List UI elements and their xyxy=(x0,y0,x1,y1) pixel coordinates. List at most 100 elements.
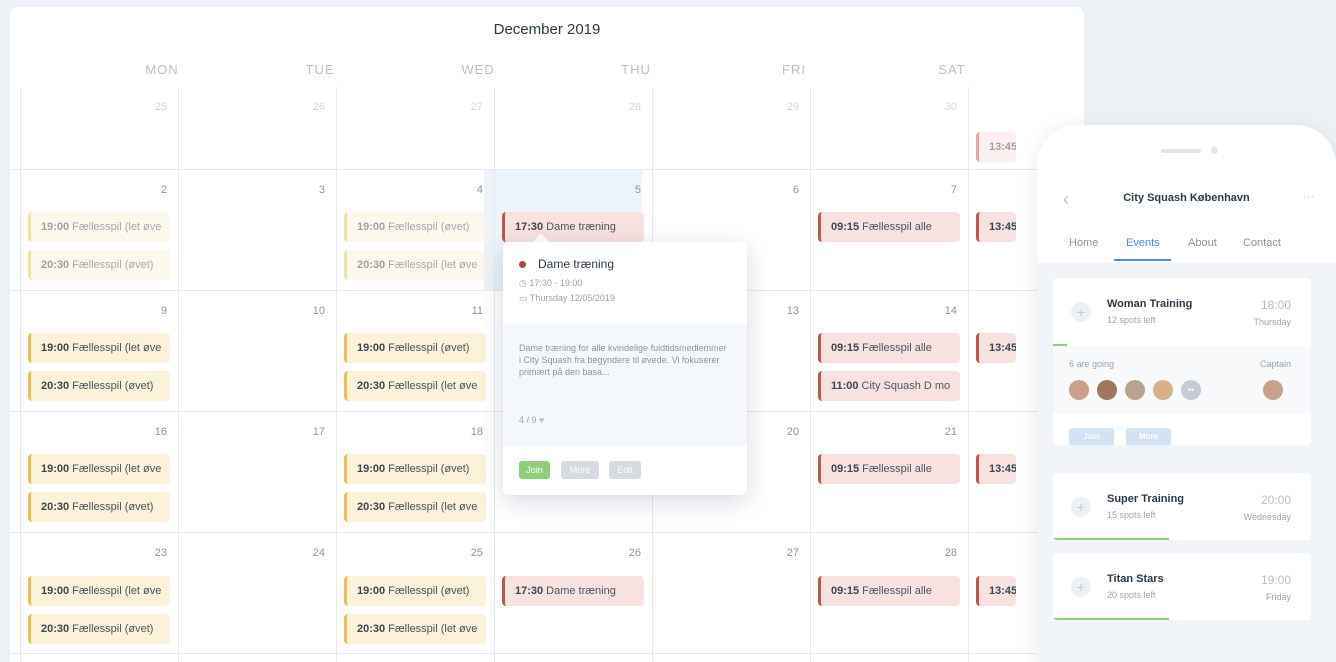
day-number[interactable]: 14 xyxy=(917,305,957,317)
attendee-count: 4 / 9 xyxy=(519,415,537,425)
tab-contact[interactable]: Contact xyxy=(1243,237,1281,249)
weekday-wed: WED xyxy=(461,62,495,77)
tab-home[interactable]: Home xyxy=(1069,237,1098,249)
event-time: 13:45 xyxy=(989,141,1016,153)
day-number[interactable]: 23 xyxy=(127,547,167,559)
avatar xyxy=(1097,380,1117,400)
more-attendees-icon[interactable]: •• xyxy=(1181,380,1201,400)
calendar-event[interactable]: 20:30 Fællesspil (øvet) xyxy=(28,371,170,401)
day-number[interactable]: 13 xyxy=(759,305,799,317)
day-number[interactable]: 18 xyxy=(443,426,483,438)
capacity-bar xyxy=(1053,538,1169,540)
calendar-event[interactable]: 19:00 Fællesspil (øvet) xyxy=(344,576,486,606)
event-card[interactable]: + Super Training 15 spots left 20:00 Wed… xyxy=(1053,473,1311,540)
calendar-event[interactable]: 20:30 Fællesspil (let øve xyxy=(344,614,486,644)
event-time: 20:30 xyxy=(357,259,386,271)
calendar-event[interactable]: 19:00 Fællesspil (let øve xyxy=(28,576,170,606)
calendar-event[interactable]: 17:30 Dame træning xyxy=(502,576,644,606)
event-name: Fællesspil (øvet) xyxy=(388,342,470,354)
event-name: Fællesspil (let øve xyxy=(72,342,162,354)
more-dots-icon[interactable]: ··· xyxy=(1303,191,1314,203)
event-day: Friday xyxy=(1265,592,1291,602)
day-number[interactable]: 25 xyxy=(443,547,483,559)
event-time: 17:30 xyxy=(515,585,544,597)
plus-icon[interactable]: + xyxy=(1071,302,1091,322)
day-number[interactable]: 17 xyxy=(285,426,325,438)
calendar-event[interactable]: 20:30 Fællesspil (øvet) xyxy=(28,614,170,644)
calendar-event[interactable]: 19:00 Fællesspil (let øve xyxy=(28,212,170,242)
calendar-event[interactable]: 20:30 Fællesspil (let øve xyxy=(344,492,486,522)
weekday-mon: MON xyxy=(145,62,179,77)
popup-description: Dame træning for alle kvindelige fuldtid… xyxy=(503,324,747,446)
calendar-event[interactable]: 19:00 Fællesspil (let øve xyxy=(28,454,170,484)
calendar-event[interactable]: 09:15 Fællesspil alle xyxy=(818,454,960,484)
day-number[interactable]: 27 xyxy=(759,547,799,559)
calendar-event[interactable]: 20:30 Fællesspil (øvet) xyxy=(28,250,170,280)
calendar-event[interactable]: 13:45B xyxy=(976,132,1016,162)
join-button[interactable]: Join xyxy=(1069,428,1114,445)
join-button[interactable]: Join xyxy=(519,461,550,479)
day-number[interactable]: 2 xyxy=(127,184,167,196)
event-time: 13:45 xyxy=(989,221,1016,233)
calendar-event[interactable]: 19:00 Fællesspil (øvet) xyxy=(344,333,486,363)
grid-line xyxy=(10,532,1058,533)
day-number[interactable]: 29 xyxy=(759,101,799,113)
plus-icon[interactable]: + xyxy=(1071,497,1091,517)
tab-about[interactable]: About xyxy=(1188,237,1217,249)
day-number[interactable]: 28 xyxy=(917,547,957,559)
event-time: 09:15 xyxy=(831,221,860,233)
day-number[interactable]: 7 xyxy=(917,184,957,196)
event-time: 13:45 xyxy=(989,463,1016,475)
event-time: 20:00 xyxy=(1260,493,1291,507)
day-number[interactable]: 11 xyxy=(443,305,483,317)
calendar-event[interactable]: 09:15 Fællesspil alle xyxy=(818,333,960,363)
event-card[interactable]: + Titan Stars 20 spots left 19:00 Friday xyxy=(1053,553,1311,620)
event-card[interactable]: + Woman Training 12 spots left 18:00 Thu… xyxy=(1053,278,1311,445)
calendar-event[interactable]: 13:45 xyxy=(976,454,1016,484)
edit-button[interactable]: Edit xyxy=(609,461,641,479)
day-number[interactable]: 27 xyxy=(443,101,483,113)
event-time: 11:00 xyxy=(831,380,859,392)
calendar-event[interactable]: 09:15 Fællesspil alle xyxy=(818,576,960,606)
day-number[interactable]: 30 xyxy=(917,101,957,113)
day-number[interactable]: 20 xyxy=(759,426,799,438)
spots-left: 15 spots left xyxy=(1107,510,1156,520)
plus-icon[interactable]: + xyxy=(1071,577,1091,597)
event-time: 13:45 xyxy=(989,585,1016,597)
day-number[interactable]: 28 xyxy=(601,101,641,113)
calendar-event[interactable]: 17:30 Dame træning xyxy=(502,212,644,242)
calendar-event[interactable]: 09:15 Fællesspil alle xyxy=(818,212,960,242)
day-number[interactable]: 24 xyxy=(285,547,325,559)
calendar-event[interactable]: 13:45 xyxy=(976,212,1016,242)
day-number[interactable]: 26 xyxy=(601,547,641,559)
more-button[interactable]: More xyxy=(1126,428,1171,445)
grid-line xyxy=(336,87,337,662)
attendees-section: 6 are going Captain •• xyxy=(1053,346,1311,413)
day-number[interactable]: 10 xyxy=(285,305,325,317)
day-number[interactable]: 26 xyxy=(285,101,325,113)
calendar-event[interactable]: 19:00 Fællesspil (let øve xyxy=(28,333,170,363)
calendar-event[interactable]: 13:45 xyxy=(976,333,1016,363)
day-number[interactable]: 21 xyxy=(917,426,957,438)
day-number[interactable]: 9 xyxy=(127,305,167,317)
more-button[interactable]: More xyxy=(561,461,599,479)
calendar-event[interactable]: 20:30 Fællesspil (let øve xyxy=(344,250,486,280)
people-icon: ♥ xyxy=(539,415,545,425)
calendar-event[interactable]: 19:00 Fællesspil (øvet) xyxy=(344,212,486,242)
event-name: Fællesspil (øvet) xyxy=(388,463,470,475)
day-number[interactable]: 3 xyxy=(285,184,325,196)
day-number[interactable]: 6 xyxy=(759,184,799,196)
day-number[interactable]: 4 xyxy=(443,184,483,196)
calendar-icon: ▭ xyxy=(519,293,530,303)
calendar-event[interactable]: 11:00 City Squash D mo xyxy=(818,371,960,401)
calendar-event[interactable]: 20:30 Fællesspil (let øve xyxy=(344,371,486,401)
day-number[interactable]: 16 xyxy=(127,426,167,438)
day-number[interactable]: 25 xyxy=(127,101,167,113)
calendar-event[interactable]: 19:00 Fællesspil (øvet) xyxy=(344,454,486,484)
tab-events[interactable]: Events xyxy=(1126,237,1160,249)
month-title: December 2019 xyxy=(493,21,601,38)
calendar-event[interactable]: 13:45 xyxy=(976,576,1016,606)
day-number[interactable]: 5 xyxy=(601,184,641,196)
event-name: Fællesspil (let øve xyxy=(72,463,162,475)
calendar-event[interactable]: 20:30 Fællesspil (øvet) xyxy=(28,492,170,522)
